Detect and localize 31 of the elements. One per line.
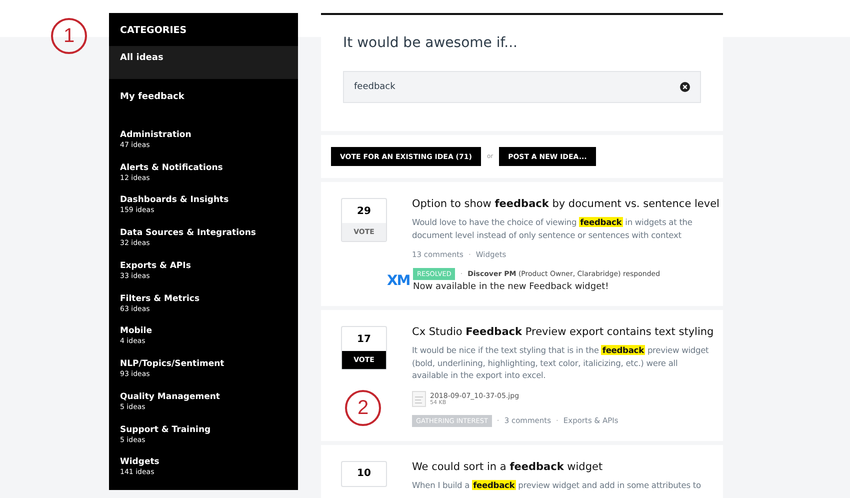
category-name[interactable]: NLP/Topics/Sentiment (120, 359, 287, 370)
idea-description: When I build a feedback preview widget and add in some attributes to (412, 478, 702, 491)
idea-title[interactable]: We could sort in a feedback widget (412, 460, 703, 472)
annotation-circle: 1 (51, 18, 87, 54)
sidebar-heading: CATEGORIES (119, 24, 188, 38)
category-name[interactable]: Filters & Metrics (120, 294, 287, 304)
company-logo: XM (387, 273, 407, 289)
image-thumbnail-icon (412, 390, 426, 406)
idea-title[interactable]: Option to show feedback by document vs. sentence level (412, 198, 720, 210)
search-input[interactable]: feedback (354, 82, 654, 92)
category-name[interactable]: Quality Management (120, 392, 287, 402)
idea-description: It would be nice if the text styling that is in the feedback preview widget (bold, underlining, highlighting, text color, italicizing, etc.) were all available in the export into excel. (412, 344, 710, 382)
vote-count: 29 (356, 204, 372, 218)
search-field[interactable]: feedback (343, 71, 701, 103)
clear-icon[interactable] (680, 82, 690, 92)
response-message: Now available in the new Feedback widget! (413, 282, 610, 292)
category-name[interactable]: Data Sources & Integrations (120, 228, 287, 238)
sidebar-link[interactable]: All ideas (109, 46, 298, 79)
category-name[interactable]: Dashboards & Insights (120, 195, 287, 206)
category-name[interactable]: Mobile (120, 326, 287, 336)
vote-count: 17 (356, 332, 372, 346)
category-name[interactable]: Alerts & Notifications (120, 162, 287, 173)
category-name[interactable]: Support & Training (120, 424, 287, 435)
idea-title[interactable]: Cx Studio Feedback Preview export contains text styling (412, 326, 714, 338)
vote-count: 10 (356, 467, 372, 481)
search-heading: It would be awesome if... (343, 35, 518, 51)
category-name[interactable]: Administration (120, 130, 287, 140)
sidebar-link[interactable]: My feedback (109, 85, 298, 118)
idea-description: Would love to have the choice of viewing feedback in widgets at the document level instead of only sentence or sentences with context (412, 216, 694, 241)
category-name[interactable]: Widgets (120, 457, 287, 468)
category-name[interactable]: Exports & APIs (120, 260, 287, 271)
